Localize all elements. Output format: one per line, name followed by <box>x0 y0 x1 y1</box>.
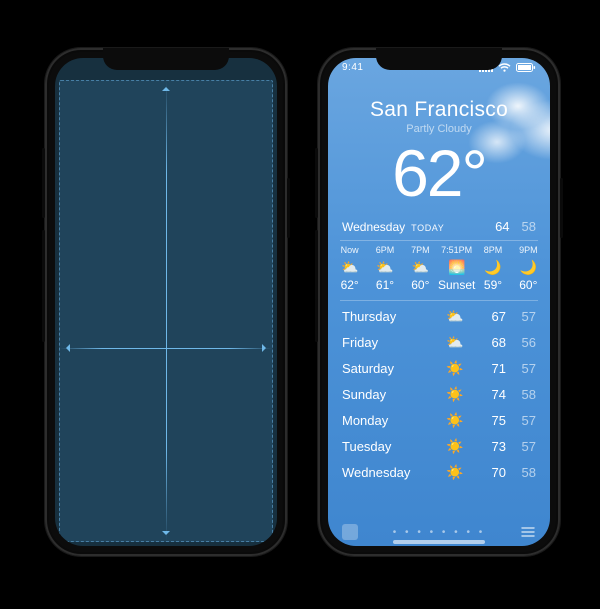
sunny-icon: ☀️ <box>442 438 468 455</box>
wifi-icon <box>498 63 511 72</box>
notch <box>376 48 502 70</box>
today-row: Wednesday TODAY 64 58 <box>328 211 550 240</box>
page-dots[interactable]: • • • • • • • • <box>358 527 520 538</box>
today-dayname: Wednesday <box>342 220 405 234</box>
daily-row: Tuesday☀️7357 <box>342 433 536 459</box>
hourly-item: 8PM 🌙 59° <box>475 245 510 292</box>
daily-row: Monday☀️7557 <box>342 407 536 433</box>
day-name: Friday <box>342 335 442 350</box>
daily-row: Thursday⛅6757 <box>342 303 536 329</box>
weather-hero: San Francisco Partly Cloudy 62° <box>328 58 550 211</box>
today-high: 64 <box>495 219 509 234</box>
day-high: 71 <box>468 361 506 376</box>
sunny-icon: ☀️ <box>442 386 468 403</box>
day-low: 57 <box>506 439 536 454</box>
day-low: 57 <box>506 413 536 428</box>
sunny-icon: ☀️ <box>442 464 468 481</box>
hourly-item: 7PM ⛅ 60° <box>403 245 438 292</box>
hour-value: 61° <box>367 278 402 292</box>
safearea-inset <box>59 80 273 542</box>
arrow-left-icon <box>62 344 70 352</box>
clear-night-icon: 🌙 <box>475 258 510 276</box>
hour-value: 62° <box>332 278 367 292</box>
day-low: 58 <box>506 387 536 402</box>
hour-value: 60° <box>511 278 546 292</box>
day-low: 56 <box>506 335 536 350</box>
city-name: San Francisco <box>328 98 550 122</box>
battery-icon <box>516 63 536 72</box>
hour-label: 7:51PM <box>438 245 475 255</box>
hour-label: 6PM <box>367 245 402 255</box>
day-low: 58 <box>506 465 536 480</box>
clear-night-icon: 🌙 <box>511 258 546 276</box>
partly-cloudy-icon: ⛅ <box>332 258 367 276</box>
day-high: 68 <box>468 335 506 350</box>
phone-frame-weather: 9:41 San Franci <box>318 48 560 556</box>
safearea-guide-vertical <box>166 81 167 541</box>
screen-weather: 9:41 San Franci <box>328 58 550 546</box>
hourly-item: 9PM 🌙 60° <box>511 245 546 292</box>
sunny-icon: ☀️ <box>442 412 468 429</box>
hour-label: 7PM <box>403 245 438 255</box>
hour-value: 59° <box>475 278 510 292</box>
partly-cloudy-icon: ⛅ <box>442 334 468 351</box>
day-high: 67 <box>468 309 506 324</box>
hourly-item: 7:51PM 🌅 Sunset <box>438 245 475 292</box>
safearea-diagram <box>55 58 277 546</box>
status-time: 9:41 <box>342 62 363 73</box>
hourly-item: 6PM ⛅ 61° <box>367 245 402 292</box>
day-high: 75 <box>468 413 506 428</box>
daily-forecast[interactable]: Thursday⛅6757Friday⛅6856Saturday☀️7157Su… <box>328 301 550 485</box>
arrow-right-icon <box>262 344 270 352</box>
day-name: Tuesday <box>342 439 442 454</box>
weather-channel-icon[interactable] <box>342 524 358 540</box>
day-high: 73 <box>468 439 506 454</box>
arrow-down-icon <box>162 531 170 539</box>
day-name: Thursday <box>342 309 442 324</box>
condition-text: Partly Cloudy <box>328 123 550 135</box>
hour-value: Sunset <box>438 278 475 292</box>
weather-toolbar: • • • • • • • • <box>328 524 550 540</box>
today-low: 58 <box>522 219 536 234</box>
today-label: TODAY <box>411 223 444 233</box>
partly-cloudy-icon: ⛅ <box>442 308 468 325</box>
notch <box>103 48 229 70</box>
hour-value: 60° <box>403 278 438 292</box>
phone-frame-safearea <box>45 48 287 556</box>
current-temp: 62° <box>328 135 550 211</box>
hourly-forecast[interactable]: Now⛅62°6PM⛅61°7PM⛅60°7:51PM🌅Sunset8PM🌙59… <box>328 241 550 300</box>
daily-row: Saturday☀️7157 <box>342 355 536 381</box>
partly-cloudy-icon: ⛅ <box>367 258 402 276</box>
sunny-icon: ☀️ <box>442 360 468 377</box>
locations-list-icon[interactable] <box>520 524 536 540</box>
day-name: Wednesday <box>342 465 442 480</box>
hour-label: 9PM <box>511 245 546 255</box>
day-low: 57 <box>506 309 536 324</box>
daily-row: Wednesday☀️7058 <box>342 459 536 485</box>
day-high: 74 <box>468 387 506 402</box>
daily-row: Sunday☀️7458 <box>342 381 536 407</box>
arrow-up-icon <box>162 83 170 91</box>
day-name: Sunday <box>342 387 442 402</box>
day-name: Monday <box>342 413 442 428</box>
daily-row: Friday⛅6856 <box>342 329 536 355</box>
weather-app[interactable]: 9:41 San Franci <box>328 58 550 546</box>
home-indicator[interactable] <box>393 540 485 544</box>
day-name: Saturday <box>342 361 442 376</box>
hour-label: 8PM <box>475 245 510 255</box>
partly-cloudy-icon: ⛅ <box>403 258 438 276</box>
day-low: 57 <box>506 361 536 376</box>
hour-label: Now <box>332 245 367 255</box>
sunset-icon: 🌅 <box>438 258 475 276</box>
day-high: 70 <box>468 465 506 480</box>
screen-safearea <box>55 58 277 546</box>
hourly-item: Now ⛅ 62° <box>332 245 367 292</box>
